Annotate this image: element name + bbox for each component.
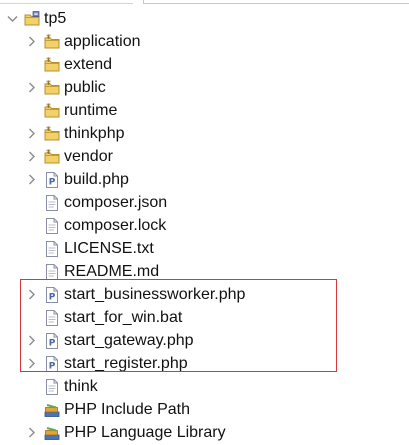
chevron-right-icon[interactable]: [26, 122, 38, 145]
project-name: tp5: [44, 10, 67, 27]
php-file-icon: P: [44, 286, 60, 303]
tree-item[interactable]: Pstart_gateway.php: [26, 329, 194, 352]
php-file-icon: P: [44, 332, 60, 349]
library-icon: [44, 425, 60, 441]
tree-item[interactable]: README.md: [26, 260, 159, 283]
chevron-right-icon[interactable]: [26, 76, 38, 99]
tree-item[interactable]: vendor: [26, 145, 113, 168]
chevron-right-icon[interactable]: [26, 329, 38, 352]
text-file-icon: [44, 263, 60, 280]
divider: [143, 0, 409, 4]
php-explorer-tree: tp5 application extend public runtime thinkp…: [0, 0, 409, 445]
text-file-icon: [44, 240, 60, 257]
tree-item[interactable]: runtime: [26, 99, 117, 122]
package-folder-icon: [44, 103, 60, 119]
text-file-icon: [44, 217, 60, 234]
chevron-right-icon[interactable]: [26, 168, 38, 191]
text-file-icon: [44, 378, 60, 395]
tree-item-project-tp5[interactable]: tp5: [6, 7, 66, 30]
tree-item-label: start_gateway.php: [64, 332, 194, 349]
chevron-right-icon[interactable]: [26, 145, 38, 168]
text-file-icon: [44, 309, 60, 326]
tree-item-label: extend: [64, 56, 113, 73]
tree-item[interactable]: composer.json: [26, 191, 167, 214]
tree-item-label: runtime: [64, 102, 118, 119]
package-folder-icon: [44, 57, 60, 73]
php-file-icon: P: [44, 171, 60, 188]
divider: [0, 0, 133, 4]
tree-item[interactable]: LICENSE.txt: [26, 237, 154, 260]
tree-item[interactable]: think: [26, 375, 98, 398]
tree-item[interactable]: PHP Include Path: [26, 398, 190, 421]
tree-item-label: application: [64, 33, 141, 50]
chevron-right-icon[interactable]: [26, 30, 38, 53]
tree-item-label: README.md: [64, 263, 160, 280]
chevron-down-icon[interactable]: [6, 7, 18, 30]
tree-item[interactable]: composer.lock: [26, 214, 166, 237]
tree-item-label: PHP Include Path: [64, 401, 191, 418]
tree-item[interactable]: Pstart_businessworker.php: [26, 283, 245, 306]
tree-item[interactable]: PHP Language Library: [26, 421, 226, 444]
package-folder-icon: [44, 126, 60, 142]
tree-item-label: composer.lock: [64, 217, 167, 234]
svg-text:P: P: [49, 338, 56, 348]
tree-item-label: LICENSE.txt: [64, 240, 154, 257]
text-file-icon: [44, 194, 60, 211]
svg-text:P: P: [49, 361, 56, 371]
tree-item-label: vendor: [64, 148, 113, 165]
package-folder-icon: [44, 80, 60, 96]
tree-item-label: build.php: [64, 171, 129, 188]
chevron-right-icon[interactable]: [26, 421, 38, 444]
tree-item-label: PHP Language Library: [64, 424, 226, 441]
tree-item[interactable]: start_for_win.bat: [26, 306, 182, 329]
tree-item-label: composer.json: [64, 194, 168, 211]
tree-item[interactable]: public: [26, 76, 106, 99]
tree-item-label: thinkphp: [64, 125, 125, 142]
tree-item[interactable]: Pstart_register.php: [26, 352, 188, 375]
tree-item-label: start_businessworker.php: [64, 286, 246, 303]
php-file-icon: P: [44, 355, 60, 372]
package-folder-icon: [44, 149, 60, 165]
tree-item-label: start_register.php: [64, 355, 188, 372]
package-folder-icon: [44, 34, 60, 50]
library-icon: [44, 402, 60, 418]
tree-item[interactable]: extend: [26, 53, 112, 76]
svg-text:P: P: [49, 292, 56, 302]
tree-item[interactable]: application: [26, 30, 141, 53]
svg-text:P: P: [49, 177, 56, 187]
php-project-folder-icon: [24, 10, 40, 27]
tree-item[interactable]: Pbuild.php: [26, 168, 129, 191]
chevron-right-icon[interactable]: [26, 283, 38, 306]
chevron-right-icon[interactable]: [26, 352, 38, 375]
tree-item[interactable]: thinkphp: [26, 122, 125, 145]
view-toolbar-edge: [0, 0, 409, 4]
tree-item-label: public: [64, 79, 106, 96]
tree-item-label: start_for_win.bat: [64, 309, 183, 326]
tree-item-label: think: [64, 378, 98, 395]
